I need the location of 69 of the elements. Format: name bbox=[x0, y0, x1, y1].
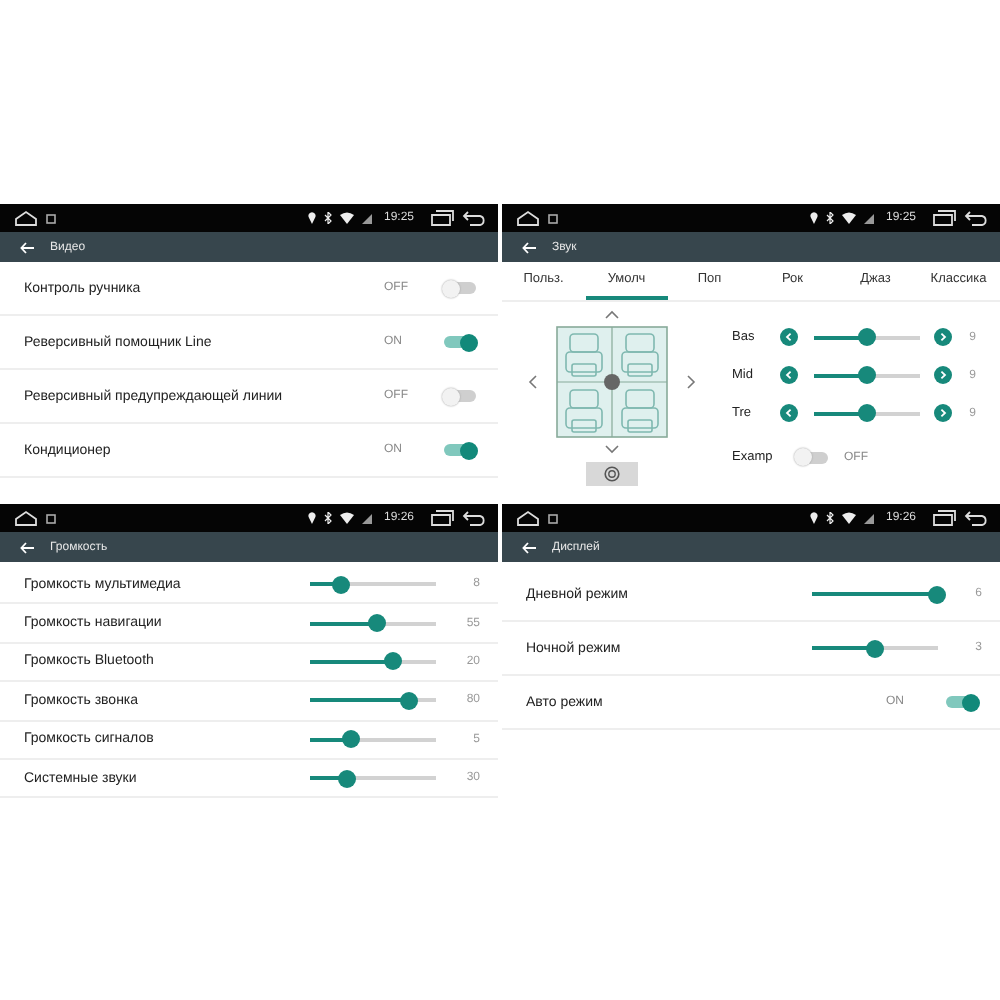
picture-frame-icon bbox=[548, 513, 558, 523]
bluetooth-icon bbox=[825, 212, 834, 224]
wifi-icon bbox=[339, 212, 354, 224]
slider-thumb[interactable] bbox=[337, 769, 356, 788]
bluetooth-icon bbox=[323, 512, 332, 524]
chevron-right-icon bbox=[938, 370, 948, 380]
location-pin-icon bbox=[809, 212, 818, 224]
toggle-switch[interactable] bbox=[444, 282, 476, 294]
slider-thumb[interactable] bbox=[928, 585, 946, 603]
home-icon[interactable] bbox=[14, 210, 38, 226]
slider-thumb[interactable] bbox=[341, 730, 360, 749]
picture-frame-icon bbox=[46, 213, 56, 223]
signal-icon bbox=[361, 513, 372, 523]
toggle-switch[interactable] bbox=[444, 390, 476, 402]
back-icon[interactable] bbox=[462, 510, 486, 526]
slider-thumb[interactable] bbox=[857, 366, 875, 384]
slider-thumb[interactable] bbox=[368, 614, 387, 633]
chevron-up-icon[interactable] bbox=[602, 306, 622, 322]
location-pin-icon bbox=[307, 512, 316, 524]
recent-apps-icon[interactable] bbox=[932, 510, 956, 526]
bluetooth-icon bbox=[825, 512, 834, 524]
picture-frame-icon bbox=[548, 213, 558, 223]
bluetooth-icon bbox=[323, 212, 332, 224]
back-icon[interactable] bbox=[964, 510, 988, 526]
recent-apps-icon[interactable] bbox=[430, 210, 454, 226]
back-icon[interactable] bbox=[462, 210, 486, 226]
decrease-button[interactable] bbox=[780, 328, 798, 346]
increase-button[interactable] bbox=[934, 328, 952, 346]
wifi-icon bbox=[841, 512, 856, 524]
increase-button[interactable] bbox=[934, 404, 952, 422]
signal-icon bbox=[361, 213, 372, 223]
picture-frame-icon bbox=[46, 513, 56, 523]
recent-apps-icon[interactable] bbox=[430, 510, 454, 526]
toggle-switch[interactable] bbox=[946, 696, 978, 708]
decrease-button[interactable] bbox=[780, 366, 798, 384]
toggle-switch[interactable] bbox=[796, 451, 828, 463]
home-icon[interactable] bbox=[14, 510, 38, 526]
location-pin-icon bbox=[307, 212, 316, 224]
home-icon[interactable] bbox=[516, 510, 540, 526]
slider-thumb[interactable] bbox=[384, 652, 403, 671]
increase-button[interactable] bbox=[934, 366, 952, 384]
home-icon[interactable] bbox=[516, 210, 540, 226]
wifi-icon bbox=[841, 212, 856, 224]
center-button[interactable] bbox=[586, 462, 638, 486]
back-arrow-icon[interactable] bbox=[20, 541, 34, 553]
toggle-switch[interactable] bbox=[444, 336, 476, 348]
slider-thumb[interactable] bbox=[857, 404, 875, 422]
back-arrow-icon[interactable] bbox=[522, 241, 536, 253]
toggle-switch[interactable] bbox=[444, 444, 476, 456]
signal-icon bbox=[863, 513, 874, 523]
recent-apps-icon[interactable] bbox=[932, 210, 956, 226]
chevron-left-icon bbox=[784, 370, 794, 380]
chevron-right-icon bbox=[938, 332, 948, 342]
ring-icon bbox=[604, 466, 620, 482]
slider-thumb[interactable] bbox=[857, 328, 875, 346]
slider-thumb[interactable] bbox=[332, 575, 351, 594]
signal-icon bbox=[863, 213, 874, 223]
back-icon[interactable] bbox=[964, 210, 988, 226]
chevron-right-icon bbox=[938, 408, 948, 418]
slider-thumb[interactable] bbox=[400, 691, 419, 710]
chevron-left-icon bbox=[784, 408, 794, 418]
chevron-left-icon bbox=[784, 332, 794, 342]
wifi-icon bbox=[339, 512, 354, 524]
back-arrow-icon[interactable] bbox=[20, 241, 34, 253]
decrease-button[interactable] bbox=[780, 404, 798, 422]
location-pin-icon bbox=[809, 512, 818, 524]
back-arrow-icon[interactable] bbox=[522, 541, 536, 553]
slider-thumb[interactable] bbox=[865, 639, 883, 657]
chevron-down-icon[interactable] bbox=[602, 442, 622, 458]
